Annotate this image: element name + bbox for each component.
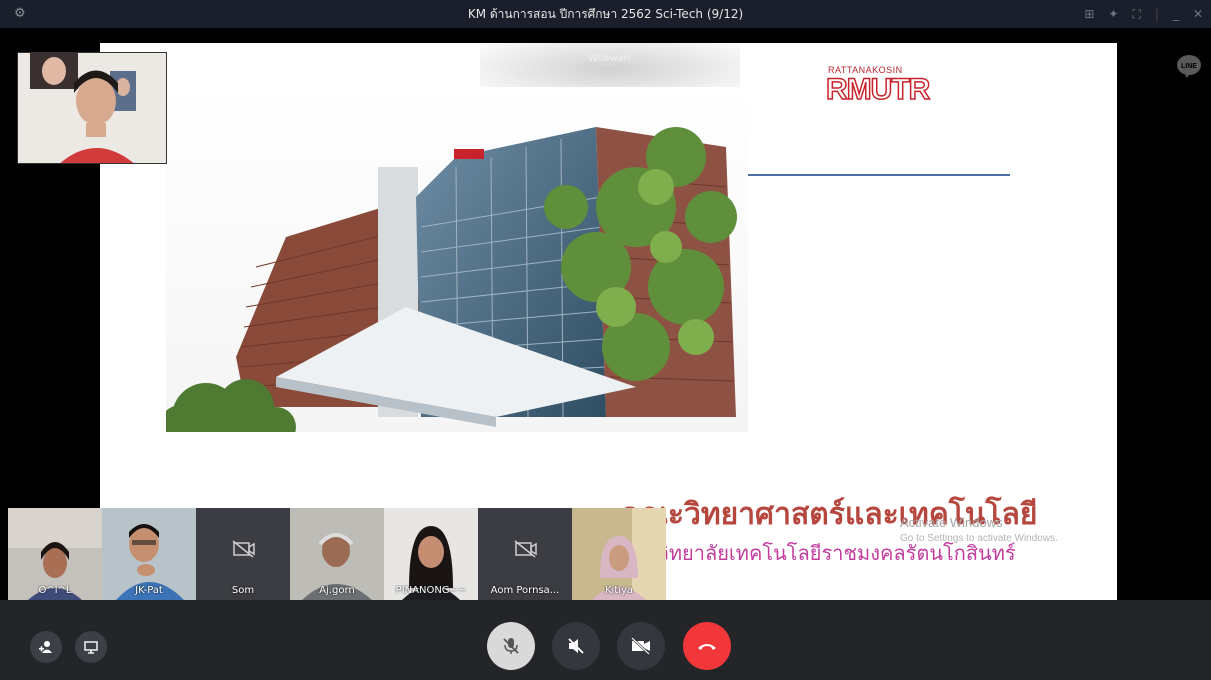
divider: | (1154, 7, 1159, 21)
pin-icon[interactable]: ✦ (1108, 7, 1118, 21)
participant-tile[interactable]: Aj.gorn (290, 508, 384, 600)
fullscreen-icon[interactable]: ⛶ (1132, 7, 1140, 22)
participant-name: Kitiya (604, 585, 634, 596)
title-bar: ⚙ KM ด้านการสอน ปีการศึกษา 2562 Sci-Tech… (0, 0, 1211, 28)
self-video[interactable] (17, 52, 167, 164)
end-call-button[interactable] (683, 622, 731, 670)
add-participant-icon (39, 641, 52, 653)
close-icon[interactable]: ✕ (1193, 7, 1203, 21)
participant-tile[interactable]: PINANONG~~ (384, 508, 478, 600)
participant-name: Aj.gorn (319, 585, 355, 596)
building-image (166, 87, 748, 447)
camera-off-icon (232, 540, 255, 558)
slide-divider (748, 174, 1010, 176)
windows-activation-subtitle: Go to Settings to activate Windows. (900, 533, 1058, 544)
participant-name: O^i^L (38, 585, 72, 596)
screen-share-button[interactable] (75, 631, 107, 663)
mute-microphone-button[interactable] (487, 622, 535, 670)
mute-speaker-button[interactable] (552, 622, 600, 670)
participant-name: Som (231, 585, 255, 596)
presenter-name: Wilawan (588, 53, 630, 64)
screen-share-icon (84, 641, 98, 654)
participant-tile[interactable]: Som (196, 508, 290, 600)
line-app-icon[interactable]: LINE (1176, 54, 1202, 78)
add-participant-button[interactable] (30, 631, 62, 663)
microphone-muted-icon (503, 638, 519, 654)
settings-icon[interactable]: ⚙ (14, 6, 26, 21)
toggle-camera-button[interactable] (617, 622, 665, 670)
grid-view-icon[interactable]: ⊞ (1084, 7, 1094, 21)
call-control-bar (0, 600, 1211, 680)
window-controls: ⊞ ✦ ⛶ | _ ✕ (1084, 0, 1203, 28)
camera-off-icon (514, 540, 537, 558)
windows-activation-title: Activate Windows (900, 515, 1003, 530)
line-badge-text: LINE (1181, 63, 1197, 70)
speaker-muted-icon (568, 638, 584, 654)
participant-tile[interactable]: JK-Pat (102, 508, 196, 600)
camera-off-icon (631, 637, 650, 655)
participant-tile[interactable]: O^i^L (8, 508, 102, 600)
end-call-icon (698, 644, 716, 650)
main-stage: Wilawan RATTANAKOSIN RMUTR คณะวิทยาศาสตร… (0, 28, 1211, 600)
participant-strip: O^i^L JK-Pat Som Aj.gorn PINANONG~~ Aom … (8, 508, 668, 600)
rmutr-logo: RATTANAKOSIN RMUTR (825, 65, 966, 107)
participant-name: JK-Pat (135, 585, 163, 596)
participant-name: Aom Pornsa... (490, 585, 560, 596)
logo-wordmark: RMUTR (825, 72, 931, 107)
window-title: KM ด้านการสอน ปีการศึกษา 2562 Sci-Tech (… (467, 6, 744, 21)
participant-name: PINANONG~~ (395, 585, 467, 596)
participant-tile[interactable]: Aom Pornsa... (478, 508, 572, 600)
minimize-icon[interactable]: _ (1173, 7, 1179, 21)
participant-tile[interactable]: Kitiya (572, 508, 666, 600)
self-video-feed (18, 53, 166, 163)
